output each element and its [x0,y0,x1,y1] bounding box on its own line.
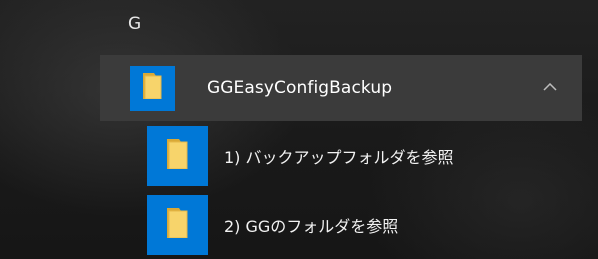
folder-icon [142,73,163,103]
item-folder-tile [147,126,208,186]
menu-item-browse-backup-folder[interactable]: 1) バックアップフォルダを参照 [147,126,587,186]
group-folder-tile [130,65,175,111]
chevron-up-icon[interactable] [540,77,560,97]
group-label: GGEasyConfigBackup [207,78,393,98]
folder-icon [166,139,189,173]
menu-item-label: 2) GGのフォルダを参照 [224,217,399,236]
letter-section-header[interactable]: G [128,8,208,40]
app-group-ggeasyconfigbackup[interactable]: GGEasyConfigBackup [100,55,582,121]
item-folder-tile [147,195,208,255]
folder-icon [166,208,189,242]
menu-item-browse-gg-folder[interactable]: 2) GGのフォルダを参照 [147,195,587,255]
menu-item-label: 1) バックアップフォルダを参照 [224,148,454,167]
